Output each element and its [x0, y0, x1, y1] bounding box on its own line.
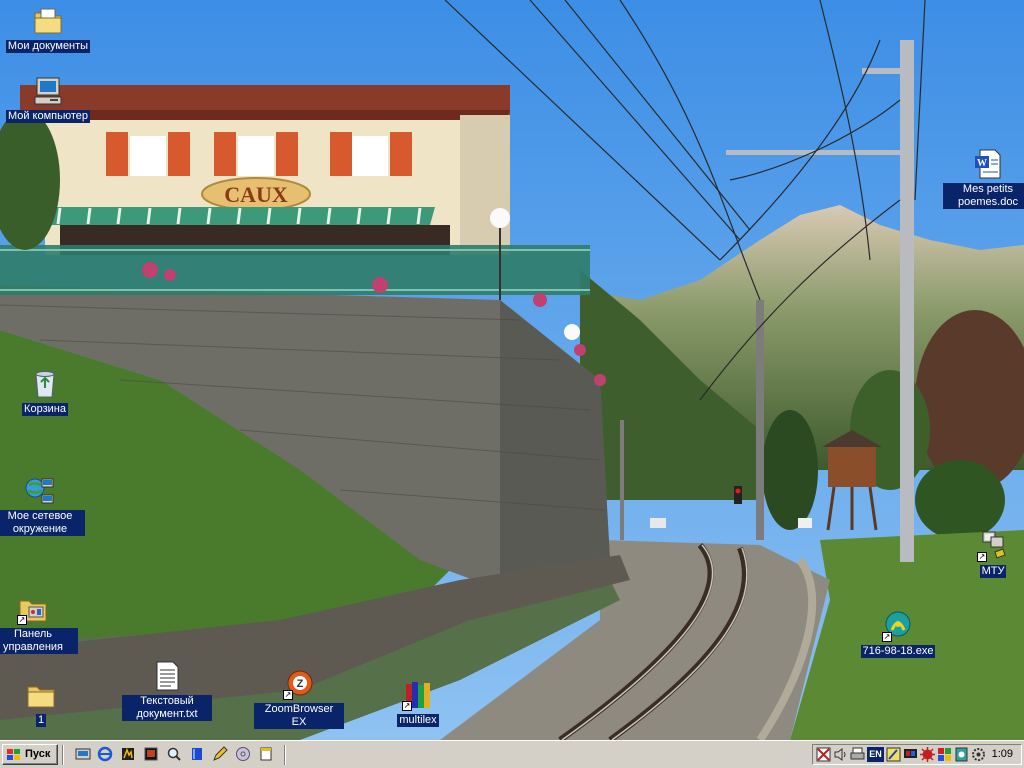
desktop-icon-label: Mes petits poemes.doc: [943, 183, 1024, 209]
taskbar-separator: [62, 745, 64, 765]
printer-icon[interactable]: [850, 747, 865, 762]
desktop-icon-716-exe[interactable]: ↗ 716-98-18.exe: [853, 610, 943, 658]
desktop-icon-label: МТУ: [979, 565, 1007, 578]
taskbar: Пуск EN 1:09: [0, 740, 1024, 768]
internet-explorer-icon[interactable]: [97, 746, 113, 762]
pencil-icon[interactable]: [212, 746, 228, 762]
shortcut-arrow-icon: ↗: [283, 690, 293, 700]
folder-icon: [25, 679, 57, 711]
text-file-icon: [151, 660, 183, 692]
show-desktop-icon[interactable]: [75, 746, 91, 762]
flag-icon[interactable]: [816, 747, 831, 762]
start-button-label: Пуск: [25, 748, 51, 760]
system-tray: EN 1:09: [812, 744, 1022, 765]
shortcut-arrow-icon: ↗: [977, 552, 987, 562]
shortcut-arrow-icon: ↗: [17, 615, 27, 625]
desktop-icon-text-document[interactable]: Текстовый документ.txt: [122, 660, 212, 721]
settings-tray-icon[interactable]: [971, 747, 986, 762]
desktop-icon-label: 716-98-18.exe: [860, 645, 936, 658]
network-icon: [24, 475, 56, 507]
desktop-icon-recycle-bin[interactable]: Корзина: [0, 368, 90, 416]
desktop-icon-mtu[interactable]: ↗ МТУ: [948, 530, 1024, 578]
desktop-icon-label: Панель управления: [0, 628, 78, 654]
pen-icon[interactable]: [886, 747, 901, 762]
start-button[interactable]: Пуск: [2, 744, 58, 765]
desktop-icon-control-panel[interactable]: ↗ Панель управления: [0, 593, 78, 654]
word-doc-icon: W: [972, 148, 1004, 180]
taskbar-separator: [284, 745, 286, 765]
notepad-icon[interactable]: [258, 746, 274, 762]
recycle-bin-icon: [29, 368, 61, 400]
desktop-icon-label: Корзина: [22, 403, 68, 416]
antivirus-icon[interactable]: [920, 747, 935, 762]
desktop-icon-label: Текстовый документ.txt: [122, 695, 212, 721]
control-panel-icon: ↗: [17, 593, 49, 625]
shortcut-arrow-icon: ↗: [402, 701, 412, 711]
svg-text:W: W: [977, 158, 987, 169]
desktop-icon-word-doc[interactable]: W Mes petits poemes.doc: [943, 148, 1024, 209]
cd-icon[interactable]: [235, 746, 251, 762]
volume-icon[interactable]: [833, 747, 848, 762]
zoombrowser-icon: Z ↗: [283, 668, 315, 700]
svg-text:Z: Z: [297, 678, 304, 690]
desktop-icon-label: Мой компьютер: [5, 110, 91, 123]
desktop-icon-label: Мое сетевое окружение: [0, 510, 85, 536]
desktop-icon-my-computer[interactable]: Мой компьютер: [3, 75, 93, 123]
network-tray-icon[interactable]: [937, 747, 952, 762]
desktop-icon-multilex[interactable]: ↗ multilex: [373, 679, 463, 727]
desktop-icon-label: 1: [35, 714, 47, 727]
books-icon: ↗: [402, 679, 434, 711]
desktop-icon-zoombrowser[interactable]: Z ↗ ZoomBrowser EX: [254, 668, 344, 729]
dialup-exe-icon: ↗: [882, 610, 914, 642]
book-icon[interactable]: [189, 746, 205, 762]
clock-tray-icon[interactable]: [954, 747, 969, 762]
desktop-icon-label: multilex: [397, 714, 439, 727]
clock[interactable]: 1:09: [992, 748, 1013, 760]
monitor-icon[interactable]: [903, 747, 918, 762]
desktop-icon-label: Мои документы: [5, 40, 91, 53]
folder-documents-icon: [32, 5, 64, 37]
my-computer-icon: [32, 75, 64, 107]
media-icon[interactable]: [143, 746, 159, 762]
desktop-icon-my-documents[interactable]: Мои документы: [3, 5, 93, 53]
shortcut-arrow-icon: ↗: [882, 632, 892, 642]
language-indicator[interactable]: EN: [867, 747, 884, 762]
desktop-icon-label: ZoomBrowser EX: [254, 703, 344, 729]
caux-sign-text: CAUX: [224, 182, 288, 207]
desktop-icon-folder-1[interactable]: 1: [0, 679, 86, 727]
windows-logo-icon: [7, 749, 20, 760]
winamp-icon[interactable]: [120, 746, 136, 762]
desktop-icon-network[interactable]: Мое сетевое окружение: [0, 475, 85, 536]
network-shortcut-icon: ↗: [977, 530, 1009, 562]
search-icon[interactable]: [166, 746, 182, 762]
